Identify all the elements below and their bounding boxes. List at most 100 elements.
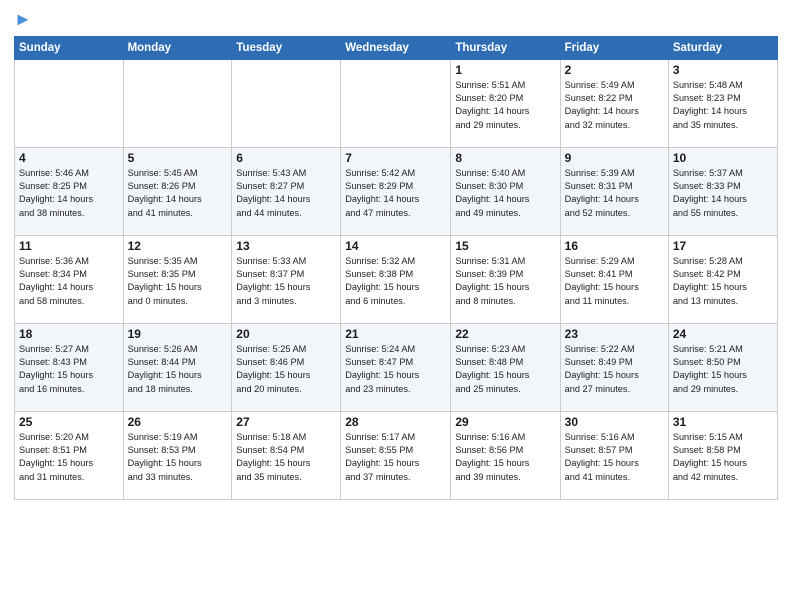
day-header-sunday: Sunday <box>15 36 124 59</box>
day-number: 10 <box>673 151 773 165</box>
day-number: 27 <box>236 415 336 429</box>
day-number: 13 <box>236 239 336 253</box>
day-info: Sunrise: 5:22 AMSunset: 8:49 PMDaylight:… <box>565 343 664 396</box>
day-header-saturday: Saturday <box>668 36 777 59</box>
day-number: 30 <box>565 415 664 429</box>
day-info: Sunrise: 5:18 AMSunset: 8:54 PMDaylight:… <box>236 431 336 484</box>
calendar-cell: 22Sunrise: 5:23 AMSunset: 8:48 PMDayligh… <box>451 323 560 411</box>
week-row-2: 4 Sunrise: 5:46 AMSunset: 8:25 PMDaylight… <box>15 147 778 235</box>
calendar-cell <box>123 59 232 147</box>
calendar-header-row: SundayMondayTuesdayWednesdayThursdayFrid… <box>15 36 778 59</box>
calendar-cell: 29 Sunrise: 5:16 AMSunset: 8:56 PMDayligh… <box>451 411 560 499</box>
calendar-cell: 10 Sunrise: 5:37 AMSunset: 8:33 PMDayligh… <box>668 147 777 235</box>
calendar-cell <box>15 59 124 147</box>
week-row-4: 18Sunrise: 5:27 AMSunset: 8:43 PMDayligh… <box>15 323 778 411</box>
day-info: Sunrise: 5:16 AMSunset: 8:57 PMDaylight:… <box>565 431 664 484</box>
day-info: Sunrise: 5:51 AMSunset: 8:20 PMDaylight:… <box>455 79 555 132</box>
day-number: 9 <box>565 151 664 165</box>
day-info: Sunrise: 5:48 AMSunset: 8:23 PMDaylight:… <box>673 79 773 132</box>
calendar-cell: 21 Sunrise: 5:24 AMSunset: 8:47 PMDayligh… <box>341 323 451 411</box>
day-number: 28 <box>345 415 446 429</box>
calendar-cell: 7Sunrise: 5:42 AMSunset: 8:29 PMDaylight… <box>341 147 451 235</box>
day-info: Sunrise: 5:35 AMSunset: 8:35 PMDaylight:… <box>128 255 228 308</box>
day-info: Sunrise: 5:42 AMSunset: 8:29 PMDaylight:… <box>345 167 446 220</box>
day-number: 21 <box>345 327 446 341</box>
day-info: Sunrise: 5:49 AMSunset: 8:22 PMDaylight:… <box>565 79 664 132</box>
calendar-cell: 3 Sunrise: 5:48 AMSunset: 8:23 PMDaylight… <box>668 59 777 147</box>
calendar-cell: 17 Sunrise: 5:28 AMSunset: 8:42 PMDayligh… <box>668 235 777 323</box>
day-number: 2 <box>565 63 664 77</box>
calendar-cell <box>341 59 451 147</box>
calendar-cell: 19 Sunrise: 5:26 AMSunset: 8:44 PMDayligh… <box>123 323 232 411</box>
day-info: Sunrise: 5:25 AMSunset: 8:46 PMDaylight:… <box>236 343 336 396</box>
day-info: Sunrise: 5:17 AMSunset: 8:55 PMDaylight:… <box>345 431 446 484</box>
day-info: Sunrise: 5:19 AMSunset: 8:53 PMDaylight:… <box>128 431 228 484</box>
day-number: 12 <box>128 239 228 253</box>
calendar-cell: 12 Sunrise: 5:35 AMSunset: 8:35 PMDayligh… <box>123 235 232 323</box>
day-number: 14 <box>345 239 446 253</box>
day-info: Sunrise: 5:16 AMSunset: 8:56 PMDaylight:… <box>455 431 555 484</box>
day-info: Sunrise: 5:31 AMSunset: 8:39 PMDaylight:… <box>455 255 555 308</box>
calendar-cell: 9 Sunrise: 5:39 AMSunset: 8:31 PMDaylight… <box>560 147 668 235</box>
day-info: Sunrise: 5:32 AMSunset: 8:38 PMDaylight:… <box>345 255 446 308</box>
day-header-thursday: Thursday <box>451 36 560 59</box>
day-info: Sunrise: 5:39 AMSunset: 8:31 PMDaylight:… <box>565 167 664 220</box>
calendar-cell: 28 Sunrise: 5:17 AMSunset: 8:55 PMDayligh… <box>341 411 451 499</box>
day-info: Sunrise: 5:46 AMSunset: 8:25 PMDaylight:… <box>19 167 119 220</box>
day-header-friday: Friday <box>560 36 668 59</box>
calendar-cell: 4 Sunrise: 5:46 AMSunset: 8:25 PMDaylight… <box>15 147 124 235</box>
calendar-cell: 20 Sunrise: 5:25 AMSunset: 8:46 PMDayligh… <box>232 323 341 411</box>
day-number: 23 <box>565 327 664 341</box>
calendar-cell: 2 Sunrise: 5:49 AMSunset: 8:22 PMDaylight… <box>560 59 668 147</box>
day-number: 20 <box>236 327 336 341</box>
day-info: Sunrise: 5:21 AMSunset: 8:50 PMDaylight:… <box>673 343 773 396</box>
day-header-wednesday: Wednesday <box>341 36 451 59</box>
week-row-3: 11 Sunrise: 5:36 AMSunset: 8:34 PMDayligh… <box>15 235 778 323</box>
day-header-monday: Monday <box>123 36 232 59</box>
calendar-cell: 8 Sunrise: 5:40 AMSunset: 8:30 PMDaylight… <box>451 147 560 235</box>
day-number: 8 <box>455 151 555 165</box>
day-info: Sunrise: 5:43 AMSunset: 8:27 PMDaylight:… <box>236 167 336 220</box>
day-number: 18 <box>19 327 119 341</box>
day-number: 29 <box>455 415 555 429</box>
day-number: 3 <box>673 63 773 77</box>
header: ► <box>14 10 778 30</box>
calendar-cell: 6 Sunrise: 5:43 AMSunset: 8:27 PMDaylight… <box>232 147 341 235</box>
week-row-5: 25Sunrise: 5:20 AMSunset: 8:51 PMDayligh… <box>15 411 778 499</box>
day-number: 25 <box>19 415 119 429</box>
day-info: Sunrise: 5:36 AMSunset: 8:34 PMDaylight:… <box>19 255 119 308</box>
day-number: 17 <box>673 239 773 253</box>
calendar-body: 1Sunrise: 5:51 AMSunset: 8:20 PMDaylight… <box>15 59 778 499</box>
page: ► SundayMondayTuesdayWednesdayThursdayFr… <box>0 0 792 612</box>
calendar-cell: 14 Sunrise: 5:32 AMSunset: 8:38 PMDayligh… <box>341 235 451 323</box>
day-info: Sunrise: 5:45 AMSunset: 8:26 PMDaylight:… <box>128 167 228 220</box>
day-header-tuesday: Tuesday <box>232 36 341 59</box>
calendar-cell: 27 Sunrise: 5:18 AMSunset: 8:54 PMDayligh… <box>232 411 341 499</box>
day-number: 19 <box>128 327 228 341</box>
day-info: Sunrise: 5:40 AMSunset: 8:30 PMDaylight:… <box>455 167 555 220</box>
day-number: 5 <box>128 151 228 165</box>
calendar-cell: 24Sunrise: 5:21 AMSunset: 8:50 PMDayligh… <box>668 323 777 411</box>
calendar-cell: 30 Sunrise: 5:16 AMSunset: 8:57 PMDayligh… <box>560 411 668 499</box>
day-info: Sunrise: 5:28 AMSunset: 8:42 PMDaylight:… <box>673 255 773 308</box>
day-number: 26 <box>128 415 228 429</box>
day-info: Sunrise: 5:24 AMSunset: 8:47 PMDaylight:… <box>345 343 446 396</box>
day-number: 15 <box>455 239 555 253</box>
day-info: Sunrise: 5:37 AMSunset: 8:33 PMDaylight:… <box>673 167 773 220</box>
calendar-cell: 11 Sunrise: 5:36 AMSunset: 8:34 PMDayligh… <box>15 235 124 323</box>
day-number: 6 <box>236 151 336 165</box>
logo: ► <box>14 10 32 30</box>
day-number: 31 <box>673 415 773 429</box>
day-number: 4 <box>19 151 119 165</box>
day-info: Sunrise: 5:26 AMSunset: 8:44 PMDaylight:… <box>128 343 228 396</box>
calendar-cell: 5 Sunrise: 5:45 AMSunset: 8:26 PMDaylight… <box>123 147 232 235</box>
day-number: 22 <box>455 327 555 341</box>
calendar-cell: 26 Sunrise: 5:19 AMSunset: 8:53 PMDayligh… <box>123 411 232 499</box>
calendar-cell: 1Sunrise: 5:51 AMSunset: 8:20 PMDaylight… <box>451 59 560 147</box>
day-info: Sunrise: 5:29 AMSunset: 8:41 PMDaylight:… <box>565 255 664 308</box>
day-info: Sunrise: 5:33 AMSunset: 8:37 PMDaylight:… <box>236 255 336 308</box>
calendar-cell: 23 Sunrise: 5:22 AMSunset: 8:49 PMDayligh… <box>560 323 668 411</box>
calendar-cell <box>232 59 341 147</box>
calendar-table: SundayMondayTuesdayWednesdayThursdayFrid… <box>14 36 778 500</box>
day-number: 11 <box>19 239 119 253</box>
